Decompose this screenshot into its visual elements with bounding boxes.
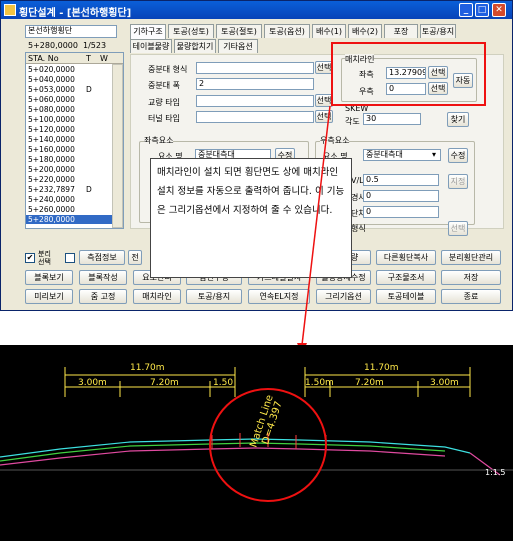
- cross-section-drawing: 11.70m 3.00m 7.20m 1.50 11.70m 1.50m 7.2…: [0, 363, 513, 502]
- cad-cross-section: 11.70m 3.00m 7.20m 1.50 11.70m 1.50m 7.2…: [0, 345, 513, 541]
- dim-left-total: 11.70m: [130, 363, 165, 373]
- dim-right-1: 1.50m: [305, 378, 334, 388]
- dim-left-1: 3.00m: [78, 378, 107, 388]
- dim-right-2: 7.20m: [355, 378, 384, 388]
- dim-right-total: 11.70m: [364, 363, 399, 373]
- side-slope-label: 1:1.5: [485, 468, 506, 477]
- dim-left-3: 1.50: [213, 378, 233, 388]
- dim-right-3: 3.00m: [430, 378, 459, 388]
- dim-left-2: 7.20m: [150, 378, 179, 388]
